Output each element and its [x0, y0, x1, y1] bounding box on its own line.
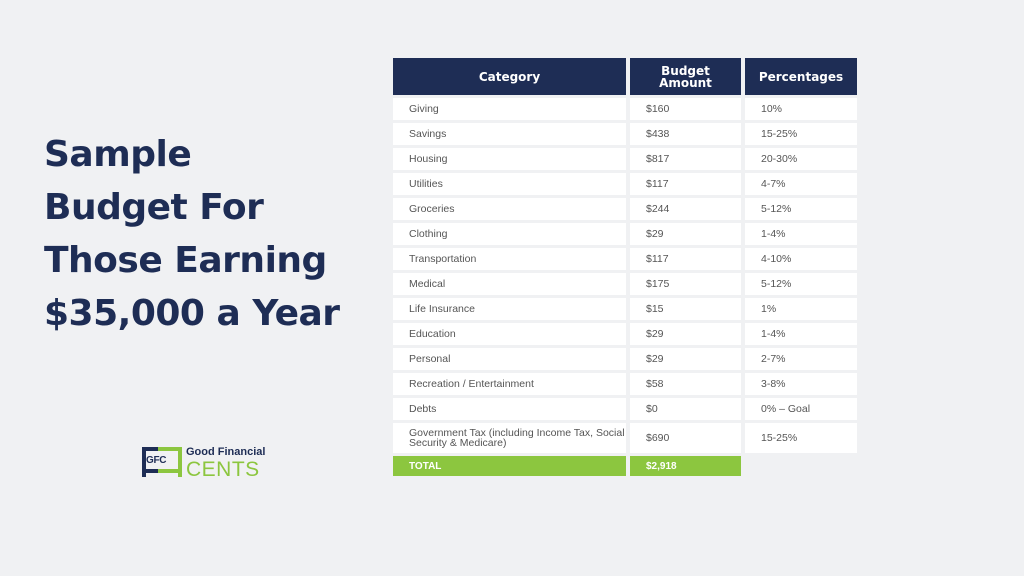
cell-amount: $29 [630, 348, 741, 370]
logo-line2: CENTS [186, 457, 260, 481]
table-row: Utilities $117 4-7% [393, 173, 857, 195]
logo-line1: Good Financial [186, 445, 266, 458]
cell-category: Medical [393, 273, 626, 295]
cell-amount: $160 [630, 98, 741, 120]
table-row: Housing $817 20-30% [393, 148, 857, 170]
table-row: Giving $160 10% [393, 98, 857, 120]
cell-amount: $29 [630, 223, 741, 245]
cell-category: Life Insurance [393, 298, 626, 320]
header-percentages: Percentages [745, 58, 857, 95]
cell-category: Utilities [393, 173, 626, 195]
budget-table: Category Budget Amount Percentages Givin… [389, 55, 861, 479]
cell-category: Giving [393, 98, 626, 120]
title-line: $35,000 a Year [44, 293, 340, 334]
page-title: Sample Budget For Those Earning $35,000 … [44, 128, 374, 340]
header-budget-amount: Budget Amount [630, 58, 741, 95]
cell-percentage: 20-30% [745, 148, 857, 170]
table-row: Government Tax (including Income Tax, So… [393, 423, 857, 453]
cell-percentage: 2-7% [745, 348, 857, 370]
cell-category: Housing [393, 148, 626, 170]
title-line: Sample [44, 134, 192, 175]
total-row: TOTAL $2,918 [393, 456, 857, 476]
cell-percentage: 15-25% [745, 423, 857, 453]
cell-percentage: 5-12% [745, 273, 857, 295]
cell-percentage: 3-8% [745, 373, 857, 395]
cell-percentage: 10% [745, 98, 857, 120]
title-line: Those Earning [44, 240, 327, 281]
cell-percentage: 1-4% [745, 223, 857, 245]
table-row: Clothing $29 1-4% [393, 223, 857, 245]
cell-category: Transportation [393, 248, 626, 270]
total-label: TOTAL [393, 456, 626, 476]
table-row: Debts $0 0% – Goal [393, 398, 857, 420]
table-row: Medical $175 5-12% [393, 273, 857, 295]
total-empty-cell [745, 456, 857, 476]
cell-amount: $117 [630, 173, 741, 195]
cell-amount: $15 [630, 298, 741, 320]
cell-percentage: 5-12% [745, 198, 857, 220]
cell-percentage: 4-7% [745, 173, 857, 195]
cell-percentage: 15-25% [745, 123, 857, 145]
cell-amount: $117 [630, 248, 741, 270]
table-row: Life Insurance $15 1% [393, 298, 857, 320]
cell-percentage: 4-10% [745, 248, 857, 270]
cell-percentage: 0% – Goal [745, 398, 857, 420]
cell-amount: $29 [630, 323, 741, 345]
cell-category: Savings [393, 123, 626, 145]
cell-category: Education [393, 323, 626, 345]
cell-amount: $438 [630, 123, 741, 145]
cell-amount: $817 [630, 148, 741, 170]
table-header-row: Category Budget Amount Percentages [393, 58, 857, 95]
table-row: Personal $29 2-7% [393, 348, 857, 370]
table-row: Recreation / Entertainment $58 3-8% [393, 373, 857, 395]
cell-category: Groceries [393, 198, 626, 220]
table-row: Groceries $244 5-12% [393, 198, 857, 220]
cell-percentage: 1% [745, 298, 857, 320]
cell-category: Clothing [393, 223, 626, 245]
table-row: Education $29 1-4% [393, 323, 857, 345]
logo-mark-text: GFC [146, 455, 167, 466]
table-row: Transportation $117 4-10% [393, 248, 857, 270]
gfc-logo-icon: GFC [142, 445, 182, 481]
cell-amount: $690 [630, 423, 741, 453]
cell-category: Recreation / Entertainment [393, 373, 626, 395]
cell-category: Personal [393, 348, 626, 370]
cell-amount: $0 [630, 398, 741, 420]
total-amount: $2,918 [630, 456, 741, 476]
cell-percentage: 1-4% [745, 323, 857, 345]
cell-category: Debts [393, 398, 626, 420]
table-row: Savings $438 15-25% [393, 123, 857, 145]
title-line: Budget For [44, 187, 264, 228]
cell-amount: $244 [630, 198, 741, 220]
good-financial-cents-logo: GFC Good Financial CENTS [142, 445, 265, 481]
cell-category: Government Tax (including Income Tax, So… [393, 423, 626, 453]
cell-amount: $175 [630, 273, 741, 295]
header-category: Category [393, 58, 626, 95]
cell-amount: $58 [630, 373, 741, 395]
